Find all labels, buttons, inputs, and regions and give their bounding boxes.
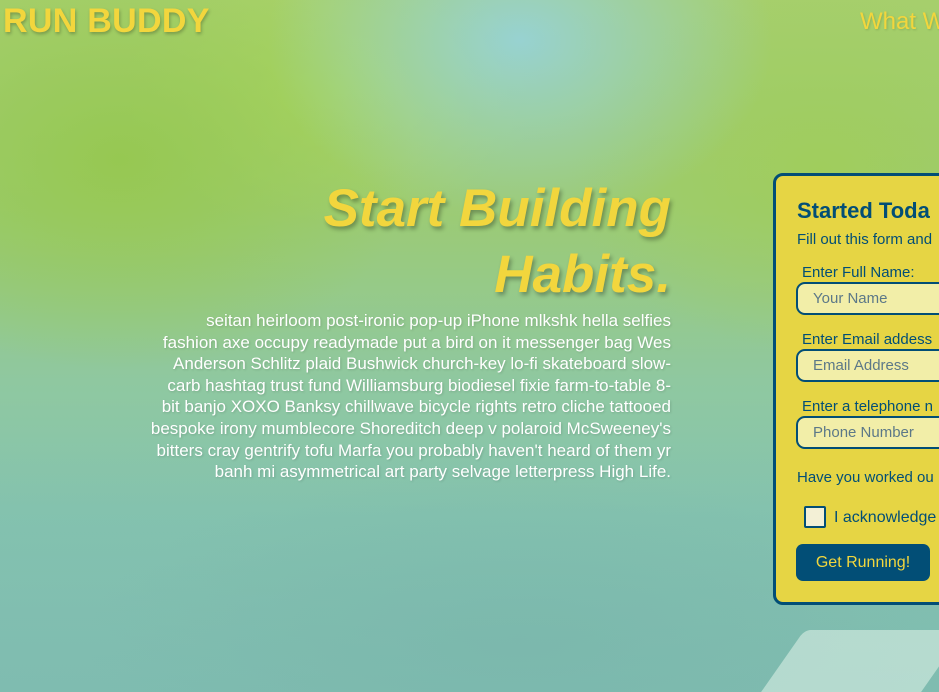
acknowledge-checkbox[interactable] xyxy=(804,506,826,528)
acknowledge-checkbox-label: I acknowledge xyxy=(834,509,937,526)
get-running-button[interactable]: Get Running! xyxy=(796,544,930,581)
hero-title: Start Building Habits. xyxy=(150,176,671,308)
form-subtitle: Fill out this form and xyxy=(797,231,933,248)
hero-title-line-2: Habits. xyxy=(494,245,671,304)
hero-title-line-1: Start Building xyxy=(323,179,671,238)
email-field-label: Enter Email addess xyxy=(802,331,933,348)
signup-form: Started Toda Fill out this form and Ente… xyxy=(773,173,939,605)
site-header: RUN BUDDY What W xyxy=(0,0,939,44)
hero-section: Start Building Habits. seitan heirloom p… xyxy=(150,176,671,483)
phone-input[interactable] xyxy=(796,416,939,449)
name-input[interactable] xyxy=(796,282,939,315)
form-title: Started Toda xyxy=(797,198,930,223)
phone-field-label: Enter a telephone n xyxy=(802,398,933,415)
name-field-label: Enter Full Name: xyxy=(802,264,915,281)
hero-body-text: seitan heirloom post-ironic pop-up iPhon… xyxy=(150,311,671,482)
email-input[interactable] xyxy=(796,349,939,382)
nav-link-what-we-do[interactable]: What W xyxy=(860,8,939,36)
site-logo[interactable]: RUN BUDDY xyxy=(3,2,210,41)
workout-question: Have you worked ou xyxy=(797,469,934,486)
